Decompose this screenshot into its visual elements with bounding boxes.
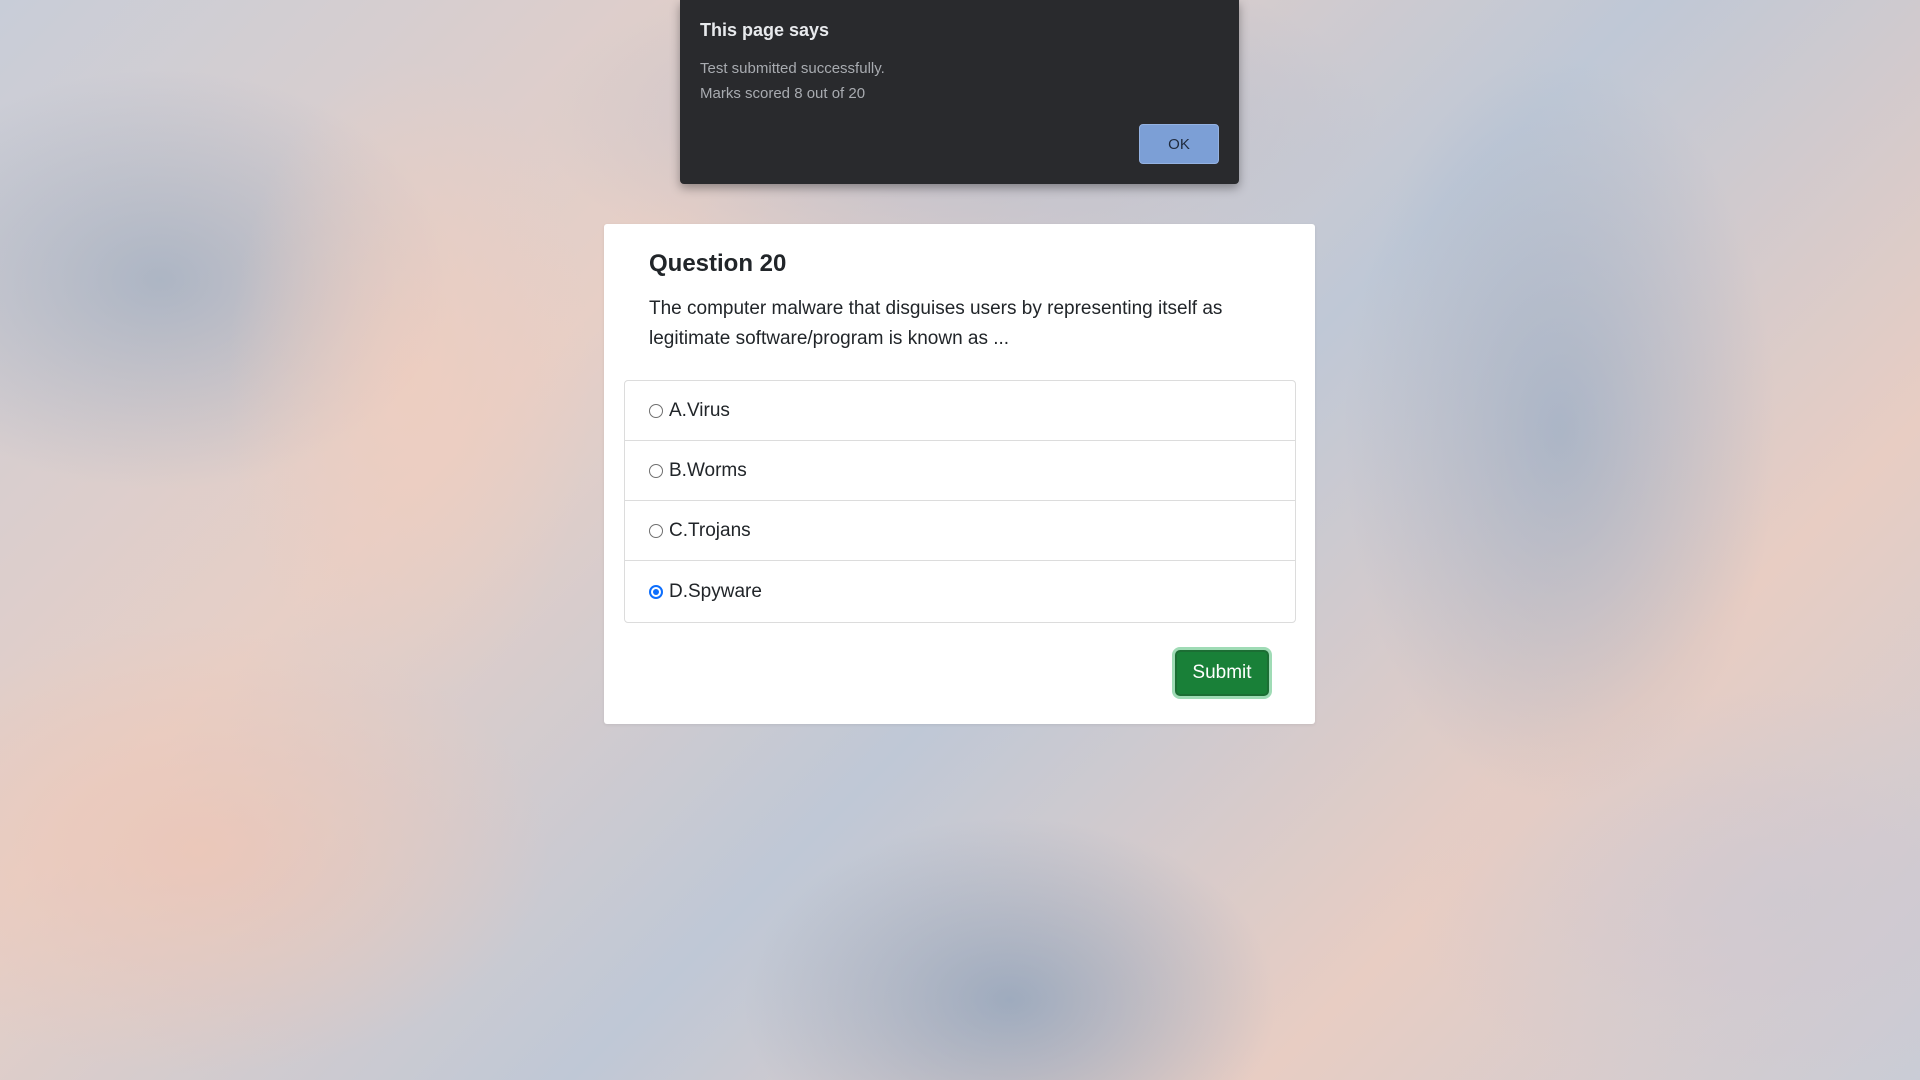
dialog-title: This page says (700, 20, 830, 40)
submit-button[interactable]: Submit (1175, 650, 1269, 696)
radio-button-b[interactable] (649, 463, 663, 478)
question-title: Question 20 (649, 250, 787, 277)
radio-button-c[interactable] (649, 523, 663, 538)
question-card: Question 20 The computer malware that di… (604, 224, 1315, 724)
options-list: A.Virus B.Worms C.Trojans D.Spyware (624, 380, 1296, 623)
ok-button[interactable]: OK (1139, 124, 1219, 164)
dialog-message-line: Test submitted successfully. (700, 60, 885, 77)
option-a[interactable]: A.Virus (625, 381, 1295, 441)
radio-button-d[interactable] (649, 584, 663, 599)
dialog-message: Test submitted successfully. Marks score… (700, 56, 885, 106)
option-d[interactable]: D.Spyware (625, 561, 1295, 622)
option-label: B.Worms (669, 459, 747, 481)
option-label: A.Virus (669, 399, 730, 421)
radio-button-a[interactable] (649, 403, 663, 418)
dialog-message-line: Marks scored 8 out of 20 (700, 85, 866, 102)
option-label: C.Trojans (669, 519, 751, 541)
option-c[interactable]: C.Trojans (625, 501, 1295, 561)
option-label: D.Spyware (669, 580, 762, 602)
option-b[interactable]: B.Worms (625, 441, 1295, 501)
question-text: The computer malware that disguises user… (649, 298, 1223, 349)
alert-dialog: This page says Test submitted successful… (680, 0, 1239, 184)
